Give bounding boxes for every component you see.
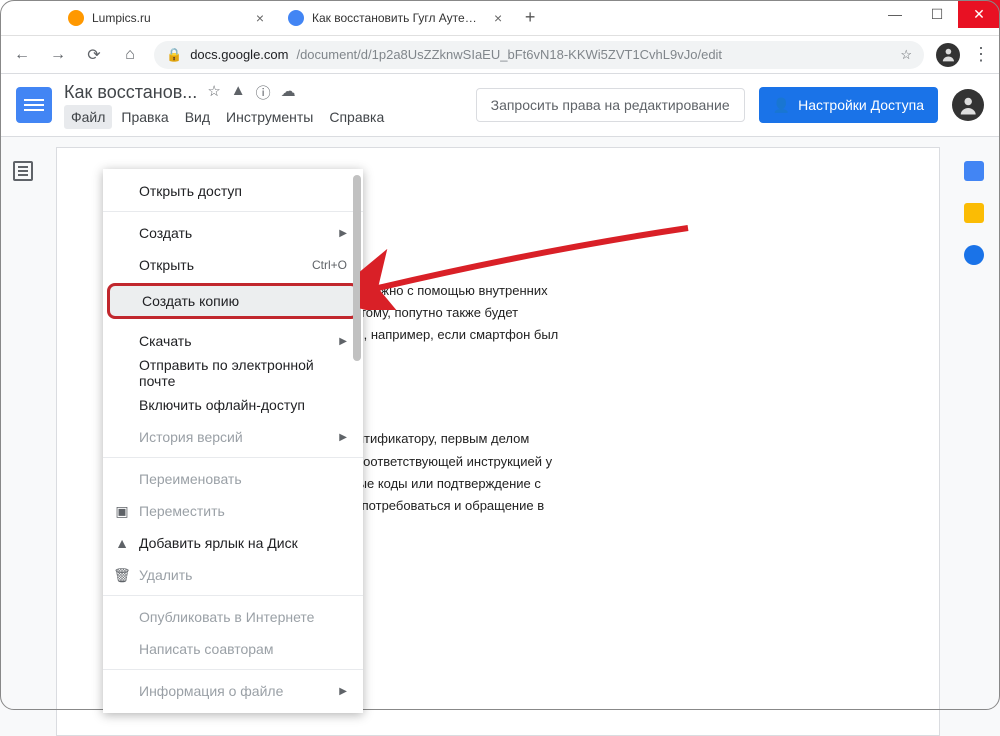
outline-icon[interactable] — [13, 161, 33, 181]
cloud-icon[interactable]: ☁ — [281, 82, 296, 103]
menu-help[interactable]: Справка — [322, 105, 391, 129]
browser-tabs: Lumpics.ru × Как восстановить Гугл Аутен… — [0, 0, 1000, 36]
submenu-arrow-icon: ▶ — [339, 686, 347, 697]
menu-item-publish[interactable]: Опубликовать в Интернете — [103, 601, 363, 633]
menu-label: Создать — [139, 225, 192, 241]
menu-label: Опубликовать в Интернете — [139, 609, 314, 625]
account-avatar[interactable] — [952, 89, 984, 121]
keep-addon-icon[interactable] — [964, 203, 984, 223]
docs-menubar: Файл Правка Вид Инструменты Справка — [64, 105, 464, 129]
tab-title: Как восстановить Гугл Аутентис — [312, 11, 482, 25]
menu-item-make-copy[interactable]: Создать копию — [107, 283, 359, 319]
menu-label: Отправить по электронной почте — [139, 357, 347, 389]
right-sidebar — [948, 137, 1000, 265]
folder-icon: ▣ — [113, 503, 131, 520]
request-edit-link[interactable]: Запросить права на редактирование — [476, 88, 745, 122]
reload-icon[interactable]: ⟳ — [82, 45, 106, 65]
menu-label: История версий — [139, 429, 243, 445]
browser-menu-icon[interactable]: ⋮ — [972, 44, 990, 65]
window-close[interactable]: ✕ — [958, 0, 1000, 28]
window-minimize[interactable]: — — [874, 0, 916, 28]
browser-tab[interactable]: Как восстановить Гугл Аутентис × — [278, 2, 516, 34]
tasks-addon-icon[interactable] — [964, 245, 984, 265]
menu-item-open[interactable]: Открыть Ctrl+O — [103, 249, 363, 281]
docs-logo-icon[interactable] — [16, 87, 52, 123]
menu-label: Открыть доступ — [139, 183, 242, 199]
submenu-arrow-icon: ▶ — [339, 432, 347, 443]
bookmark-star-icon[interactable]: ☆ — [900, 47, 912, 63]
menu-item-details[interactable]: Информация о файле ▶ — [103, 675, 363, 707]
menu-item-delete[interactable]: 🗑 Удалить — [103, 559, 363, 591]
menu-item-history[interactable]: История версий ▶ — [103, 421, 363, 453]
menu-label: Включить офлайн-доступ — [139, 397, 305, 413]
menu-label: Написать соавторам — [139, 641, 273, 657]
forward-icon[interactable]: → — [46, 46, 70, 64]
browser-tab[interactable]: Lumpics.ru × — [58, 2, 278, 34]
menu-item-share[interactable]: Открыть доступ — [103, 175, 363, 207]
menu-item-email-collab[interactable]: Написать соавторам — [103, 633, 363, 665]
drive-icon: ▲ — [113, 535, 131, 551]
menu-label: Информация о файле — [139, 683, 283, 699]
move-icon[interactable]: ▲ — [231, 82, 246, 103]
lock-icon: 🔒 — [166, 47, 182, 63]
profile-avatar[interactable] — [936, 43, 960, 67]
menu-item-add-drive[interactable]: ▲ Добавить ярлык на Диск — [103, 527, 363, 559]
back-icon[interactable]: ← — [10, 46, 34, 64]
person-icon: 👤 — [773, 97, 790, 114]
share-button[interactable]: 👤 Настройки Доступа — [759, 87, 938, 123]
scrollbar-thumb[interactable] — [353, 175, 361, 361]
file-dropdown-menu: Открыть доступ Создать ▶ Открыть Ctrl+O … — [103, 169, 363, 713]
menu-tools[interactable]: Инструменты — [219, 105, 320, 129]
favicon-icon — [288, 10, 304, 26]
favicon-icon — [68, 10, 84, 26]
menu-item-new[interactable]: Создать ▶ — [103, 217, 363, 249]
home-icon[interactable]: ⌂ — [118, 46, 142, 64]
menu-label: Удалить — [139, 567, 192, 583]
menu-view[interactable]: Вид — [178, 105, 217, 129]
docs-header: Как восстанов... ☆ ▲ ⓘ ☁ Файл Правка Вид… — [0, 74, 1000, 136]
tab-close-icon[interactable]: × — [252, 10, 268, 26]
document-title[interactable]: Как восстанов... — [64, 82, 197, 103]
url-path: /document/d/1p2a8UsZZknwSIaEU_bFt6vN18-K… — [296, 47, 722, 62]
info-icon[interactable]: ⓘ — [256, 82, 271, 103]
window-maximize[interactable]: ☐ — [916, 0, 958, 28]
trash-icon: 🗑 — [113, 567, 131, 584]
menu-item-move[interactable]: ▣ Переместить — [103, 495, 363, 527]
menu-item-email[interactable]: Отправить по электронной почте — [103, 357, 363, 389]
menu-item-rename[interactable]: Переименовать — [103, 463, 363, 495]
url-field[interactable]: 🔒 docs.google.com/document/d/1p2a8UsZZkn… — [154, 41, 924, 69]
submenu-arrow-icon: ▶ — [339, 228, 347, 239]
menu-scrollbar[interactable] — [353, 175, 361, 707]
menu-item-download[interactable]: Скачать ▶ — [103, 325, 363, 357]
tab-close-icon[interactable]: × — [490, 10, 506, 26]
left-sidebar — [0, 137, 46, 181]
address-bar: ← → ⟳ ⌂ 🔒 docs.google.com/document/d/1p2… — [0, 36, 1000, 74]
menu-item-offline[interactable]: Включить офлайн-доступ — [103, 389, 363, 421]
tab-title: Lumpics.ru — [92, 11, 151, 25]
menu-label: Открыть — [139, 257, 194, 273]
share-label: Настройки Доступа — [798, 97, 924, 113]
menu-label: Создать копию — [142, 293, 239, 309]
submenu-arrow-icon: ▶ — [339, 336, 347, 347]
new-tab-button[interactable]: + — [516, 7, 544, 28]
menu-label: Переместить — [139, 503, 225, 519]
menu-label: Добавить ярлык на Диск — [139, 535, 298, 551]
menu-shortcut: Ctrl+O — [312, 258, 347, 272]
star-icon[interactable]: ☆ — [207, 82, 220, 103]
menu-edit[interactable]: Правка — [114, 105, 175, 129]
menu-label: Скачать — [139, 333, 192, 349]
menu-label: Переименовать — [139, 471, 242, 487]
menu-file[interactable]: Файл — [64, 105, 112, 129]
calendar-addon-icon[interactable] — [964, 161, 984, 181]
url-host: docs.google.com — [190, 47, 288, 62]
